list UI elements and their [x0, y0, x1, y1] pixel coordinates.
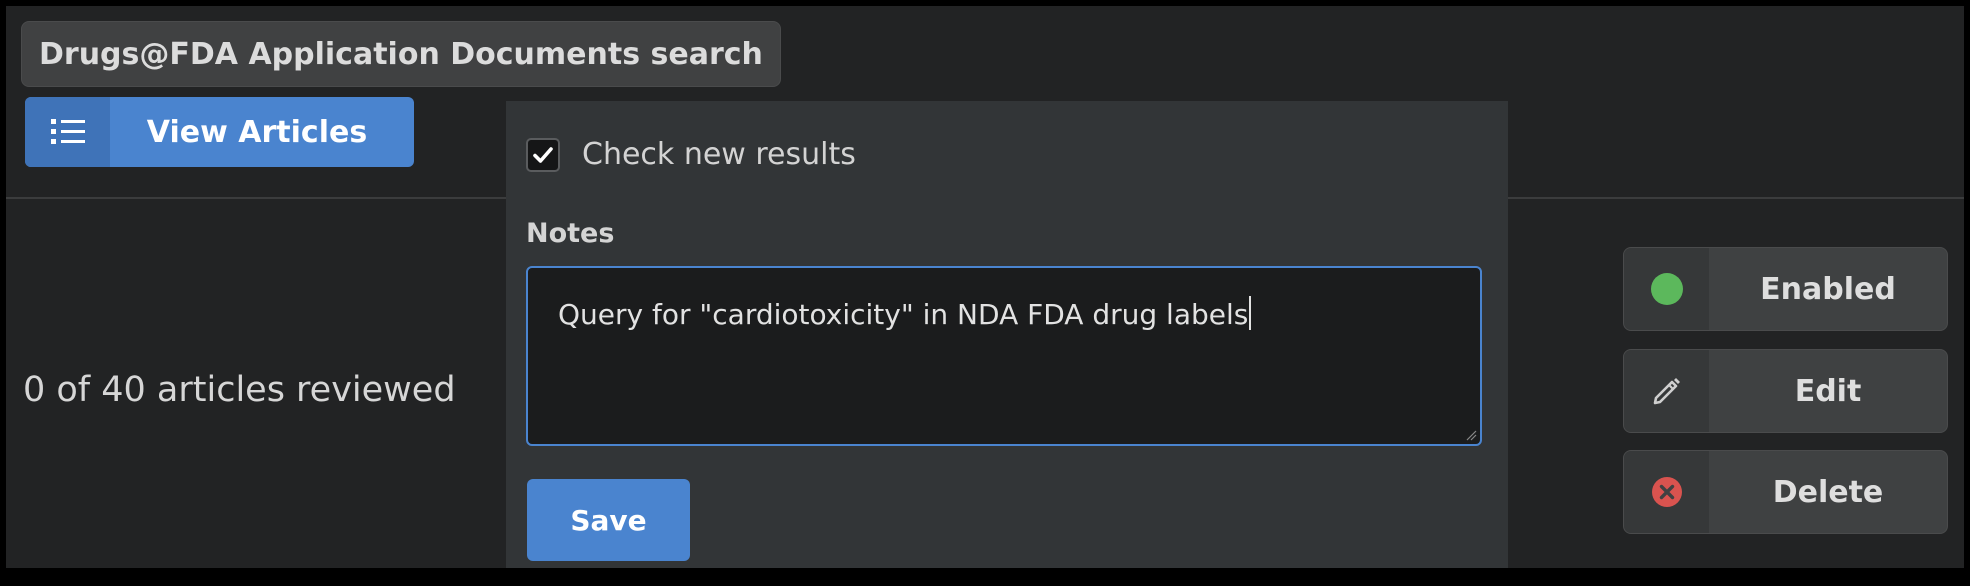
save-button[interactable]: Save: [527, 479, 690, 561]
resize-grip-icon[interactable]: [1465, 429, 1477, 441]
text-caret: [1249, 296, 1252, 330]
edit-label: Edit: [1794, 373, 1862, 409]
checkmark-icon: [533, 146, 553, 163]
notes-textarea[interactable]: Query for "cardiotoxicity" in NDA FDA dr…: [526, 266, 1482, 446]
edit-button[interactable]: Edit: [1623, 349, 1948, 433]
list-icon: [25, 97, 110, 167]
view-articles-label: View Articles: [146, 114, 368, 150]
check-new-results-toggle[interactable]: Check new results: [526, 137, 856, 172]
delete-label: Delete: [1772, 474, 1884, 510]
check-new-results-checkbox[interactable]: [526, 137, 560, 172]
pencil-icon: [1624, 350, 1709, 432]
delete-x-icon: [1624, 451, 1709, 533]
view-articles-button[interactable]: View Articles: [25, 97, 414, 167]
enabled-label: Enabled: [1760, 271, 1896, 307]
delete-button[interactable]: Delete: [1623, 450, 1948, 534]
status-dot-icon: [1624, 248, 1709, 330]
enabled-button[interactable]: Enabled: [1623, 247, 1948, 331]
app-frame: Drugs@FDA Application Documents search V…: [6, 6, 1964, 568]
edit-notes-popover: Check new results Notes Query for "cardi…: [506, 101, 1508, 568]
notes-label: Notes: [526, 218, 615, 249]
articles-reviewed-count: 0 of 40 articles reviewed: [23, 370, 456, 410]
check-new-results-label: Check new results: [582, 137, 856, 172]
notes-text: Query for "cardiotoxicity" in NDA FDA dr…: [558, 298, 1249, 331]
search-title-badge: Drugs@FDA Application Documents search: [21, 21, 781, 87]
